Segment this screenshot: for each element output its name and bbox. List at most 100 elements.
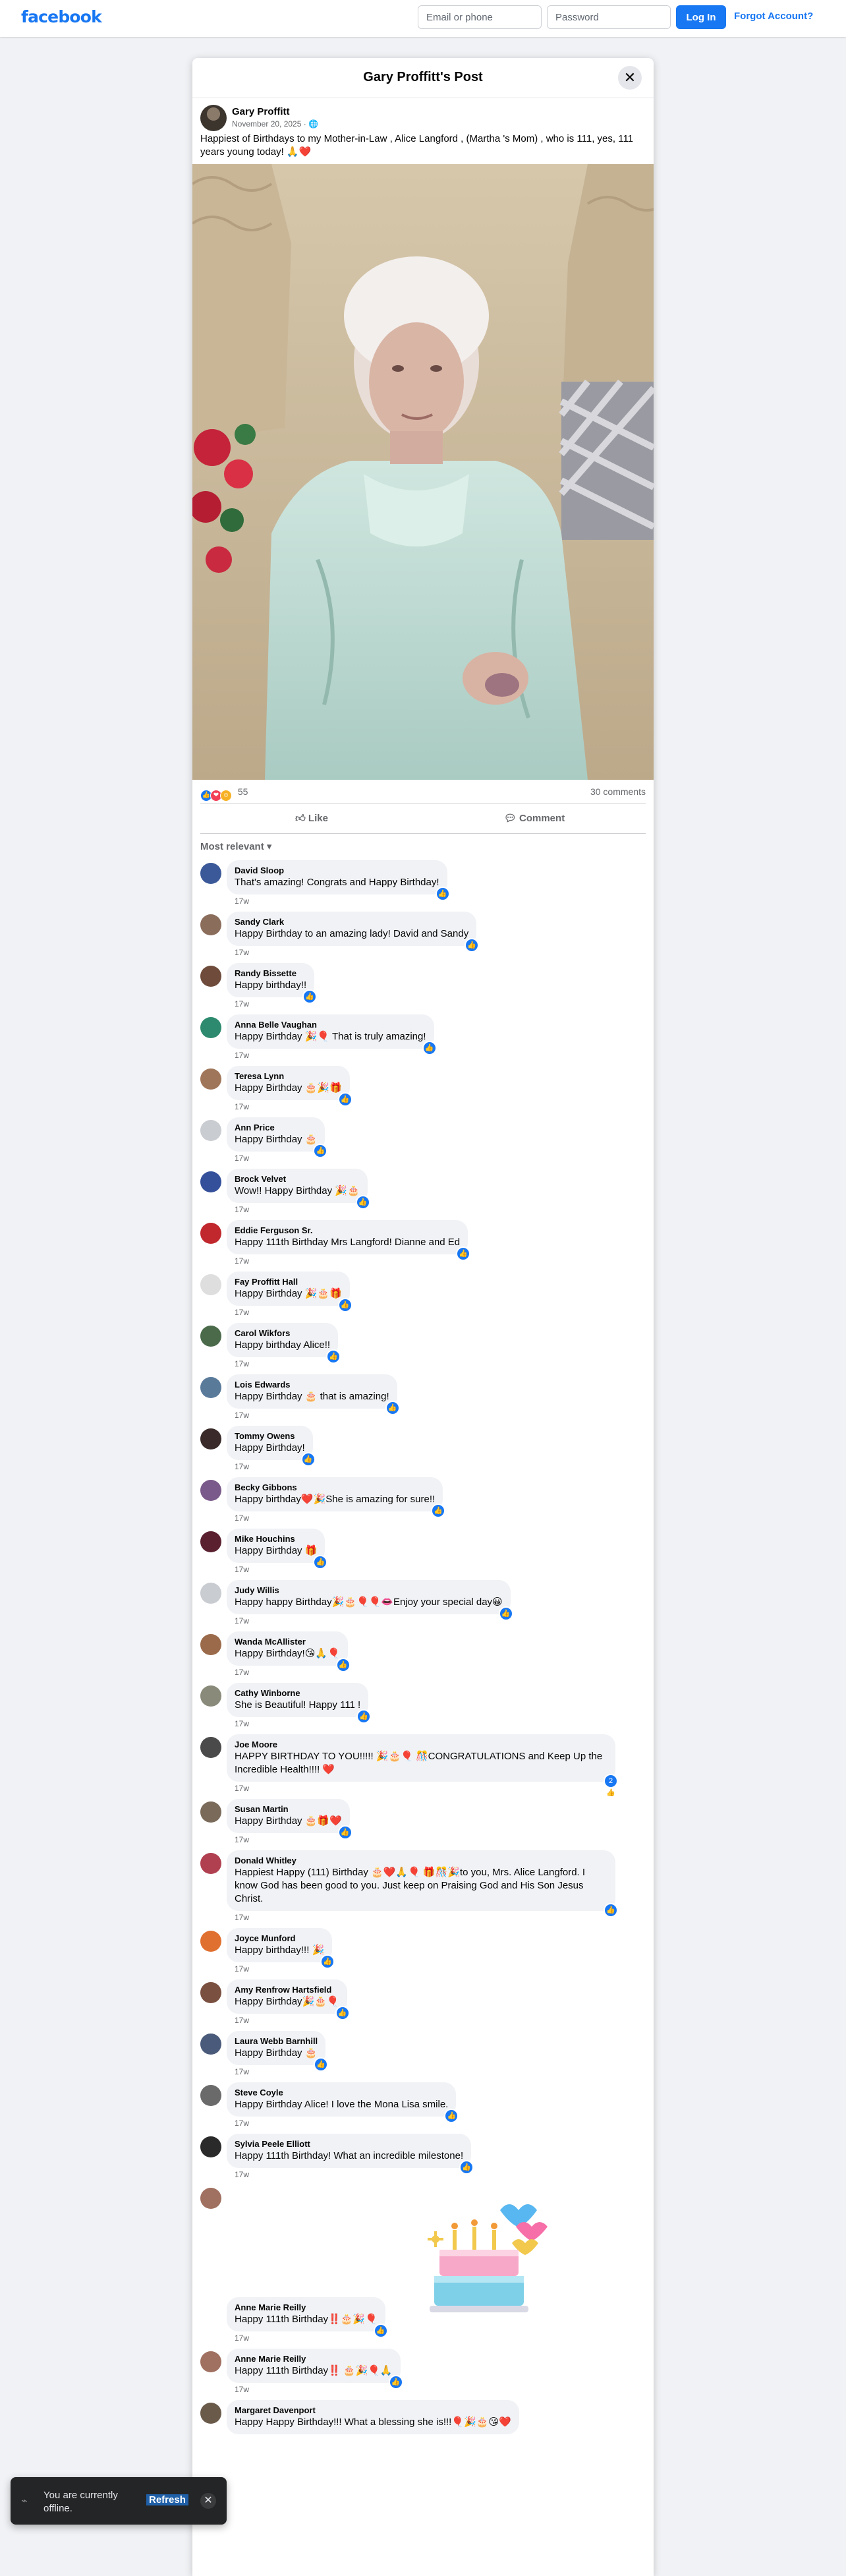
avatar[interactable] — [200, 1634, 221, 1655]
password-field[interactable] — [547, 5, 671, 29]
avatar[interactable] — [200, 1274, 221, 1295]
commenter-name[interactable]: Lois Edwards — [235, 1380, 389, 1390]
commenter-name[interactable]: Becky Gibbons — [235, 1482, 435, 1493]
commenter-name[interactable]: Anne Marie Reilly — [235, 2302, 378, 2313]
post-author[interactable]: Gary Proffitt — [232, 106, 290, 117]
comment-timestamp[interactable]: 17w — [235, 1833, 654, 1846]
comment-timestamp[interactable]: 17w — [235, 1717, 654, 1730]
avatar[interactable] — [200, 1931, 221, 1952]
comment-timestamp[interactable]: 17w — [235, 946, 654, 959]
commenter-name[interactable]: Sylvia Peele Elliott — [235, 2139, 463, 2150]
commenter-name[interactable]: Margaret Davenport — [235, 2405, 511, 2416]
comment-timestamp[interactable]: 17w — [235, 894, 654, 908]
comment-timestamp[interactable]: 17w — [235, 1911, 654, 1924]
post-date[interactable]: November 20, 2025 · 🌐 — [232, 119, 318, 129]
comment-timestamp[interactable] — [235, 2434, 654, 2447]
commenter-name[interactable]: Joyce Munford — [235, 1933, 324, 1944]
email-field[interactable] — [418, 5, 542, 29]
facebook-logo[interactable]: facebook — [21, 7, 102, 26]
comment-timestamp[interactable]: 17w — [235, 1100, 654, 1113]
commenter-name[interactable]: Amy Renfrow Hartsfield — [235, 1985, 339, 1995]
commenter-name[interactable]: Eddie Ferguson Sr. — [235, 1225, 460, 1236]
comment-timestamp[interactable]: 17w — [235, 1306, 654, 1319]
avatar[interactable] — [200, 914, 221, 935]
comment-timestamp[interactable]: 17w — [235, 1782, 654, 1795]
avatar[interactable] — [200, 1737, 221, 1758]
avatar[interactable] — [200, 863, 221, 884]
comment-timestamp[interactable]: 17w — [235, 1357, 654, 1370]
avatar[interactable] — [200, 2403, 221, 2424]
comment-timestamp[interactable]: 17w — [235, 1563, 654, 1576]
avatar[interactable] — [200, 1171, 221, 1192]
avatar[interactable] — [200, 1326, 221, 1347]
commenter-name[interactable]: Wanda McAllister — [235, 1637, 340, 1647]
comment-timestamp[interactable]: 17w — [235, 1962, 654, 1976]
comment-timestamp[interactable]: 17w — [235, 2383, 654, 2396]
avatar[interactable] — [200, 1428, 221, 1449]
commenter-name[interactable]: Tommy Owens — [235, 1431, 305, 1442]
login-button[interactable]: Log In — [676, 5, 726, 29]
avatar[interactable] — [200, 2136, 221, 2157]
avatar[interactable] — [200, 1685, 221, 1707]
comment-timestamp[interactable]: 17w — [235, 1614, 654, 1627]
forgot-account-link[interactable]: Forgot Account? — [734, 11, 813, 22]
commenter-name[interactable]: Fay Proffitt Hall — [235, 1277, 342, 1287]
commenter-name[interactable]: Anna Belle Vaughan — [235, 1020, 426, 1030]
avatar[interactable] — [200, 966, 221, 987]
avatar[interactable] — [200, 1480, 221, 1501]
avatar[interactable] — [200, 2188, 221, 2209]
comment-timestamp[interactable]: 17w — [235, 2014, 654, 2027]
avatar[interactable] — [200, 2034, 221, 2055]
commenter-name[interactable]: Cathy Winborne — [235, 1688, 360, 1699]
close-icon[interactable]: ✕ — [200, 2493, 216, 2509]
commenter-name[interactable]: Donald Whitley — [235, 1856, 607, 1866]
avatar[interactable] — [200, 1531, 221, 1552]
comment-timestamp[interactable]: 17w — [235, 1666, 654, 1679]
commenter-name[interactable]: Brock Velvet — [235, 1174, 360, 1185]
commenter-name[interactable]: Anne Marie Reilly — [235, 2354, 393, 2364]
avatar[interactable] — [200, 1853, 221, 1874]
close-icon[interactable]: ✕ — [618, 66, 642, 90]
avatar[interactable] — [200, 105, 227, 131]
commenter-name[interactable]: Steve Coyle — [235, 2088, 448, 2098]
reaction-count[interactable]: 👍 ❤ ☺ 55 — [200, 786, 248, 802]
commenter-name[interactable]: Joe Moore — [235, 1740, 607, 1750]
commenter-name[interactable]: Carol Wikfors — [235, 1328, 330, 1339]
avatar[interactable] — [200, 1068, 221, 1090]
comment-timestamp[interactable]: 17w — [235, 2117, 654, 2130]
avatar[interactable] — [200, 1017, 221, 1038]
commenter-name[interactable]: Ann Price — [235, 1123, 317, 1133]
comment-button[interactable]: 💬︎ Comment — [423, 804, 646, 833]
sort-dropdown[interactable]: Most relevant ▾ — [192, 834, 654, 860]
avatar[interactable] — [200, 1223, 221, 1244]
commenter-name[interactable]: Sandy Clark — [235, 917, 468, 927]
avatar[interactable] — [200, 1583, 221, 1604]
comment-timestamp[interactable]: 17w — [235, 997, 654, 1010]
birthday-cake-sticker[interactable] — [419, 2190, 551, 2322]
avatar[interactable] — [200, 1120, 221, 1141]
commenter-name[interactable]: Teresa Lynn — [235, 1071, 342, 1082]
avatar[interactable] — [200, 2351, 221, 2372]
comment-timestamp[interactable]: 17w — [235, 2331, 654, 2345]
comment-timestamp[interactable]: 17w — [235, 1049, 654, 1062]
avatar[interactable] — [200, 1982, 221, 2003]
commenter-name[interactable]: Mike Houchins — [235, 1534, 317, 1544]
avatar[interactable] — [200, 2085, 221, 2106]
like-button[interactable]: 👍︎ Like — [200, 804, 423, 833]
comments-count[interactable]: 30 comments — [590, 786, 646, 797]
refresh-button[interactable]: Refresh — [146, 2494, 188, 2505]
commenter-name[interactable]: Randy Bissette — [235, 968, 306, 979]
post-photo[interactable] — [192, 164, 654, 780]
commenter-name[interactable]: Susan Martin — [235, 1804, 342, 1815]
comment-timestamp[interactable]: 17w — [235, 1152, 654, 1165]
comment-timestamp[interactable]: 17w — [235, 2065, 654, 2078]
comment-timestamp[interactable]: 17w — [235, 1409, 654, 1422]
comment-timestamp[interactable]: 17w — [235, 1511, 654, 1525]
comment-timestamp[interactable]: 17w — [235, 1254, 654, 1268]
commenter-name[interactable]: David Sloop — [235, 865, 439, 876]
comment-timestamp[interactable]: 17w — [235, 1203, 654, 1216]
avatar[interactable] — [200, 1377, 221, 1398]
commenter-name[interactable]: Laura Webb Barnhill — [235, 2036, 318, 2047]
comment-timestamp[interactable]: 17w — [235, 1460, 654, 1473]
comment-timestamp[interactable]: 17w — [235, 2168, 654, 2181]
